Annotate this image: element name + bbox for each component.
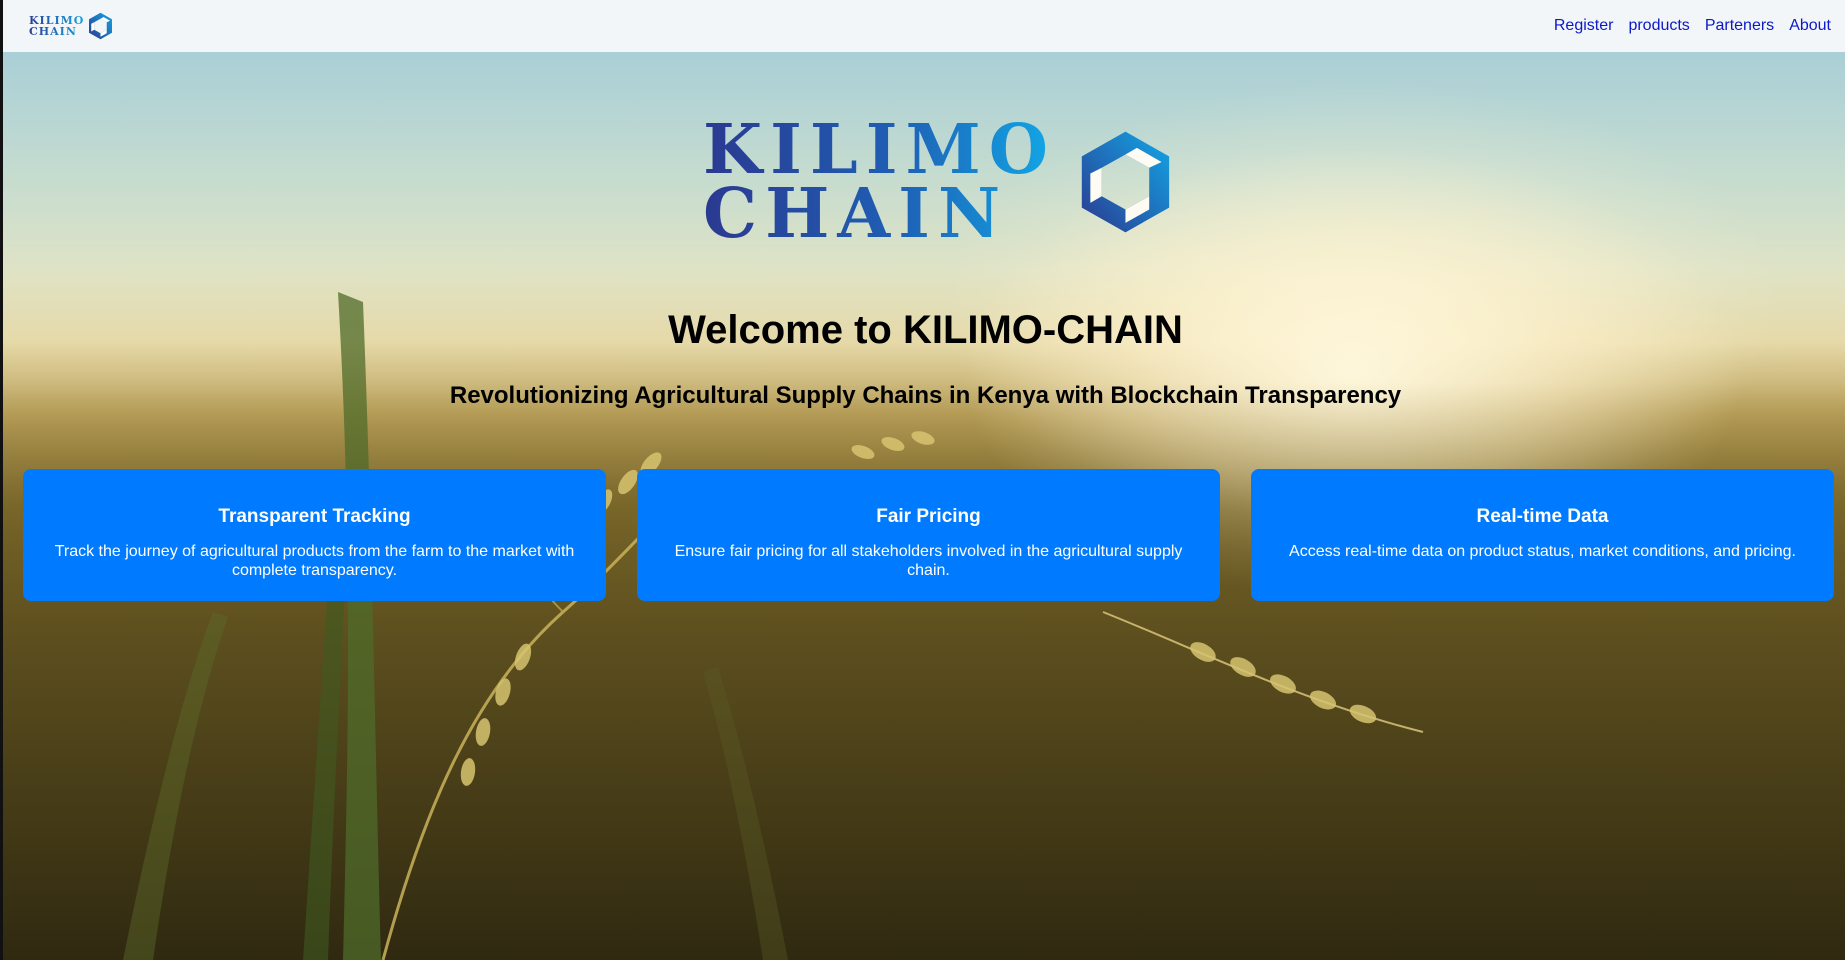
feature-card-title: Transparent Tracking xyxy=(218,506,411,527)
feature-card-real-time-data: Real-time Data Access real-time data on … xyxy=(1251,469,1834,601)
hero-section: KILIMO CHAIN Welcome to KILIMO-CHAIN Rev… xyxy=(3,52,1845,960)
feature-card-title: Real-time Data xyxy=(1476,506,1609,527)
top-navbar: KILIMO CHAIN Register products Parteners… xyxy=(3,0,1845,52)
hero-logo-text: KILIMO CHAIN xyxy=(703,110,1057,248)
feature-card-description: Ensure fair pricing for all stakeholders… xyxy=(674,543,1183,579)
kilimo-chain-logo-icon xyxy=(1081,131,1170,233)
page-tagline: Revolutionizing Agricultural Supply Chai… xyxy=(449,382,1402,409)
nav-link-register[interactable]: Register xyxy=(1554,17,1614,35)
navbar-logo-text: KILIMO CHAIN xyxy=(29,15,84,37)
nav-link-partners[interactable]: Parteners xyxy=(1705,17,1774,35)
navbar-logo[interactable]: KILIMO CHAIN xyxy=(29,12,113,40)
hero-logo: KILIMO CHAIN xyxy=(703,102,1173,262)
feature-cards: Transparent Tracking Track the journey o… xyxy=(23,469,1835,601)
navbar-logo-line2: CHAIN xyxy=(29,26,84,37)
kilimo-chain-logo-icon xyxy=(89,12,113,40)
nav-link-about[interactable]: About xyxy=(1789,17,1831,35)
feature-card-transparent-tracking: Transparent Tracking Track the journey o… xyxy=(23,469,606,601)
page-title: Welcome to KILIMO-CHAIN xyxy=(668,308,1183,352)
feature-card-fair-pricing: Fair Pricing Ensure fair pricing for all… xyxy=(637,469,1220,601)
hero-logo-line2: CHAIN xyxy=(703,180,1056,248)
nav-link-products[interactable]: products xyxy=(1628,17,1689,35)
navbar-links: Register products Parteners About xyxy=(1554,17,1831,35)
feature-card-description: Track the journey of agricultural produc… xyxy=(54,543,575,579)
feature-card-description: Access real-time data on product status,… xyxy=(1289,543,1796,560)
feature-card-title: Fair Pricing xyxy=(876,506,981,527)
hero-logo-line1: KILIMO xyxy=(703,110,1057,190)
